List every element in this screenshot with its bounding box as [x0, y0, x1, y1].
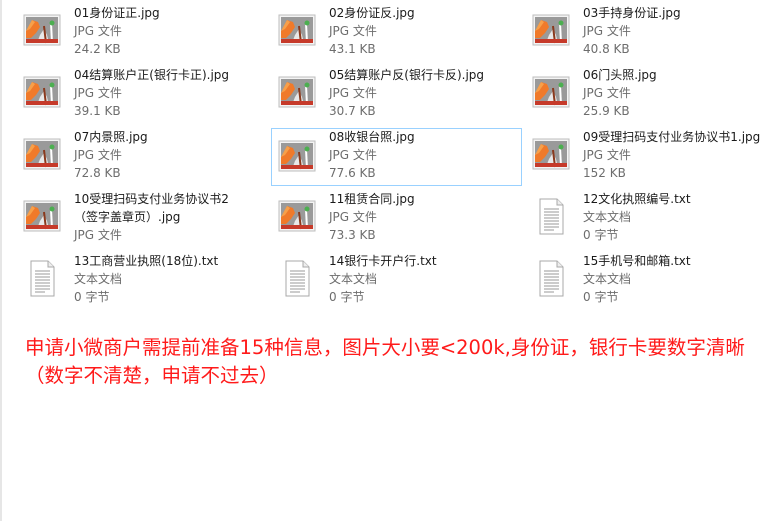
image-icon	[278, 140, 316, 172]
file-size: 77.6 KB	[329, 166, 376, 180]
file-item[interactable]: 04结算账户正(银行卡正).jpg JPG 文件 39.1 KB	[0, 62, 250, 120]
file-size: 0 字节	[583, 290, 619, 304]
image-icon	[278, 200, 316, 232]
image-icon	[532, 138, 570, 170]
image-icon	[23, 14, 61, 46]
file-name: 13工商营业执照(18位).txt	[74, 254, 219, 268]
image-icon	[23, 138, 61, 170]
image-icon	[23, 200, 61, 232]
requirements-note: 申请小微商户需提前准备15种信息，图片大小要<200k,身份证，银行卡要数字清晰…	[25, 336, 745, 387]
file-size: 152 KB	[583, 166, 626, 180]
file-name: 05结算账户反(银行卡反).jpg	[329, 68, 485, 82]
file-size: 39.1 KB	[74, 104, 121, 118]
file-item[interactable]: 01身份证正.jpg JPG 文件 24.2 KB	[0, 0, 250, 58]
file-size: 30.7 KB	[329, 104, 376, 118]
file-type: JPG 文件	[329, 86, 377, 100]
file-type: JPG 文件	[583, 86, 631, 100]
file-type: JPG 文件	[329, 210, 377, 224]
file-size: 43.1 KB	[329, 42, 376, 56]
file-grid: 01身份证正.jpg JPG 文件 24.2 KB 02身份证反.jpg JPG…	[0, 0, 771, 320]
text-file-icon	[539, 198, 564, 235]
file-type: 文本文档	[583, 272, 632, 286]
file-name: 11租赁合同.jpg	[329, 192, 415, 206]
file-item[interactable]: 09受理扫码支付业务协议书1.jpg JPG 文件 152 KB	[509, 124, 760, 182]
image-icon	[23, 76, 61, 108]
file-name: 03手持身份证.jpg	[583, 6, 681, 20]
file-name: 01身份证正.jpg	[74, 6, 160, 20]
file-type: JPG 文件	[583, 24, 631, 38]
file-name: 02身份证反.jpg	[329, 6, 415, 20]
file-size: 25.9 KB	[583, 104, 630, 118]
file-type: JPG 文件	[583, 148, 631, 162]
file-size: 72.8 KB	[74, 166, 121, 180]
file-item[interactable]: 10受理扫码支付业务协议书2（签字盖章页）.jpg JPG 文件	[0, 186, 250, 244]
file-size: 0 字节	[329, 290, 365, 304]
file-type: 文本文档	[583, 210, 632, 224]
file-size: 40.8 KB	[583, 42, 630, 56]
file-name: 15手机号和邮箱.txt	[583, 254, 691, 268]
image-icon	[532, 14, 570, 46]
image-icon	[278, 14, 316, 46]
text-file-icon	[285, 260, 310, 297]
file-name: 10受理扫码支付业务协议书2（签字盖章页）.jpg	[74, 192, 229, 224]
text-file-icon	[539, 260, 564, 297]
image-icon	[278, 76, 316, 108]
file-name: 08收银台照.jpg	[329, 130, 415, 144]
file-item-selected[interactable]: 08收银台照.jpg JPG 文件 77.6 KB	[271, 128, 522, 186]
file-type: JPG 文件	[74, 228, 122, 242]
file-size: 0 字节	[74, 290, 110, 304]
file-item[interactable]: 13工商营业执照(18位).txt 文本文档 0 字节	[0, 248, 250, 306]
file-size: 24.2 KB	[74, 42, 121, 56]
file-type: JPG 文件	[74, 24, 122, 38]
file-item[interactable]: 07内景照.jpg JPG 文件 72.8 KB	[0, 124, 250, 182]
file-name: 07内景照.jpg	[74, 130, 148, 144]
file-item[interactable]: 05结算账户反(银行卡反).jpg JPG 文件 30.7 KB	[255, 62, 505, 120]
file-item[interactable]: 02身份证反.jpg JPG 文件 43.1 KB	[255, 0, 505, 58]
file-item[interactable]: 03手持身份证.jpg JPG 文件 40.8 KB	[509, 0, 759, 58]
image-icon	[532, 76, 570, 108]
file-name: 04结算账户正(银行卡正).jpg	[74, 68, 230, 82]
text-file-icon	[30, 260, 55, 297]
file-item[interactable]: 15手机号和邮箱.txt 文本文档 0 字节	[509, 248, 759, 306]
file-item[interactable]: 14银行卡开户行.txt 文本文档 0 字节	[255, 248, 505, 306]
file-type: JPG 文件	[74, 148, 122, 162]
file-type: JPG 文件	[329, 24, 377, 38]
file-type: JPG 文件	[329, 148, 377, 162]
file-type: JPG 文件	[74, 86, 122, 100]
file-item[interactable]: 06门头照.jpg JPG 文件 25.9 KB	[509, 62, 759, 120]
file-name: 14银行卡开户行.txt	[329, 254, 437, 268]
file-size: 73.3 KB	[329, 228, 376, 242]
file-name: 12文化执照编号.txt	[583, 192, 691, 206]
file-size: 0 字节	[583, 228, 619, 242]
file-item[interactable]: 11租赁合同.jpg JPG 文件 73.3 KB	[255, 186, 505, 244]
file-name: 06门头照.jpg	[583, 68, 657, 82]
file-type: 文本文档	[329, 272, 378, 286]
file-item[interactable]: 12文化执照编号.txt 文本文档 0 字节	[509, 186, 759, 244]
file-type: 文本文档	[74, 272, 123, 286]
file-name: 09受理扫码支付业务协议书1.jpg	[583, 130, 761, 144]
